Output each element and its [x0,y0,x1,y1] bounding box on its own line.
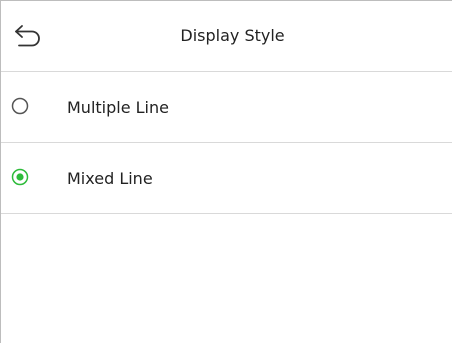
option-multiple-line[interactable]: Multiple Line [1,72,452,143]
header-bar: Display Style [1,1,452,72]
radio-unchecked-icon [11,97,29,115]
radio-checked-icon [11,168,29,186]
page-title: Display Style [180,26,285,45]
option-mixed-line[interactable]: Mixed Line [1,143,452,214]
option-label: Multiple Line [67,98,169,117]
option-label: Mixed Line [67,169,153,188]
display-style-screen: Display Style Multiple Line Mixed Line [0,0,452,343]
